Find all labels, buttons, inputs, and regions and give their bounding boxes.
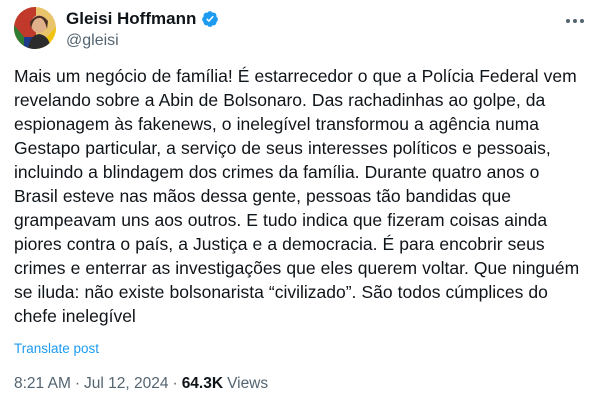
post-text-line: Mais um negócio de família! É estarreced…: [14, 66, 577, 86]
post-text-line: Brasil esteve nas mãos dessa gente, pess…: [14, 186, 511, 206]
meta-separator: ·: [74, 375, 81, 392]
meta-separator: ·: [172, 375, 178, 392]
post-text-line: chefe inelegível: [14, 306, 136, 326]
avatar[interactable]: [14, 7, 56, 49]
post-card: Gleisi Hoffmann @gleisi Mais um negócio …: [0, 0, 600, 400]
post-text-line: piores contra o país, a Justiça e a demo…: [14, 234, 545, 254]
profile-photo-icon: [14, 7, 56, 49]
author-name-row: Gleisi Hoffmann: [66, 9, 219, 29]
author-handle[interactable]: @gleisi: [66, 31, 119, 51]
verified-badge-icon: [201, 10, 219, 28]
post-text-line: espionagem às fakenews, o inelegível tra…: [14, 114, 539, 134]
views-count: 64.3K: [181, 375, 224, 392]
views-label: Views: [227, 375, 269, 392]
post-date[interactable]: Jul 12, 2024: [84, 374, 168, 394]
post-text-line: se iluda: não existe bolsonarista “civil…: [14, 282, 548, 302]
more-options-icon[interactable]: [564, 12, 586, 30]
post-text-line: incluindo a blindagem dos crimes da famí…: [14, 162, 540, 182]
post-time[interactable]: 8:21 AM: [14, 374, 71, 394]
post-metadata: 8:21 AM · Jul 12, 2024 · 64.3K Views: [14, 374, 268, 394]
post-text-line: crimes e enterrar as investigações que e…: [14, 258, 580, 278]
translate-post-link[interactable]: Translate post: [14, 340, 99, 358]
post-text: Mais um negócio de família! É estarreced…: [14, 64, 594, 328]
post-text-line: grampeavam uns aos outros. E tudo indica…: [14, 210, 548, 230]
author-display-name[interactable]: Gleisi Hoffmann: [66, 9, 196, 29]
post-text-line: Gestapo particular, a serviço de seus in…: [14, 138, 551, 158]
post-text-line: revelando sobre a Abin de Bolsonaro. Das…: [14, 90, 546, 110]
